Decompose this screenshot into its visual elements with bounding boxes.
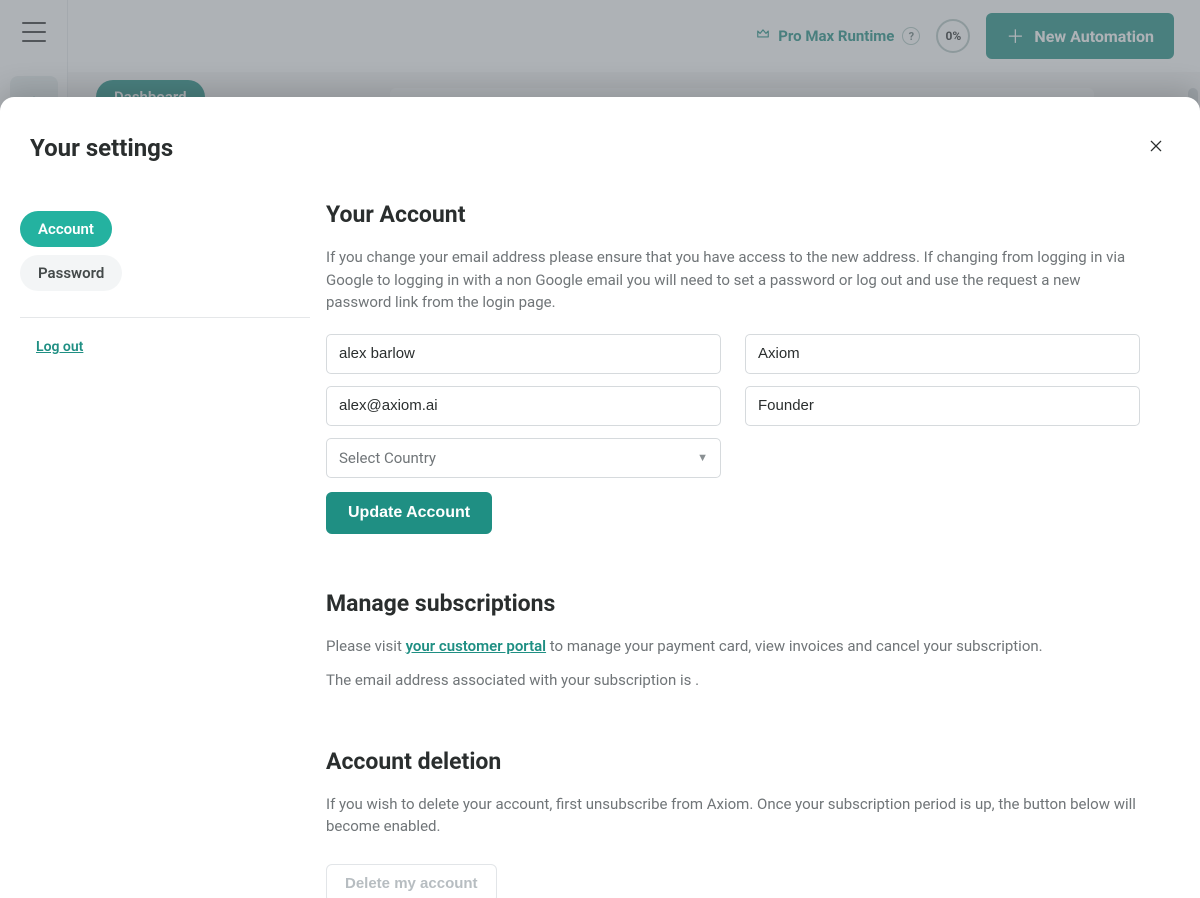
delete-account-button: Delete my account: [326, 864, 497, 898]
country-select[interactable]: Select Country ▼: [326, 438, 721, 478]
customer-portal-link[interactable]: your customer portal: [406, 637, 546, 655]
modal-title: Your settings: [30, 134, 173, 162]
country-placeholder: Select Country: [339, 449, 436, 467]
account-intro: If you change your email address please …: [326, 246, 1140, 314]
account-heading: Your Account: [326, 201, 1140, 228]
deletion-text: If you wish to delete your account, firs…: [326, 793, 1140, 838]
nav-account[interactable]: Account: [20, 211, 112, 247]
nav-separator: [20, 317, 310, 318]
role-field[interactable]: [745, 386, 1140, 426]
subscriptions-text-2: The email address associated with your s…: [326, 669, 1140, 692]
deletion-heading: Account deletion: [326, 748, 1140, 775]
company-field[interactable]: [745, 334, 1140, 374]
settings-modal: Your settings Account Password Log out Y…: [0, 97, 1200, 898]
logout-link[interactable]: Log out: [36, 339, 83, 355]
chevron-down-icon: ▼: [697, 451, 708, 464]
nav-password[interactable]: Password: [20, 255, 122, 291]
close-icon[interactable]: [1142, 131, 1170, 165]
update-account-button[interactable]: Update Account: [326, 492, 492, 534]
name-field[interactable]: [326, 334, 721, 374]
subscriptions-heading: Manage subscriptions: [326, 590, 1140, 617]
subscriptions-text-1: Please visit your customer portal to man…: [326, 635, 1140, 658]
email-field[interactable]: [326, 386, 721, 426]
settings-content: Your Account If you change your email ad…: [326, 195, 1146, 898]
settings-nav: Account Password Log out: [0, 195, 326, 898]
